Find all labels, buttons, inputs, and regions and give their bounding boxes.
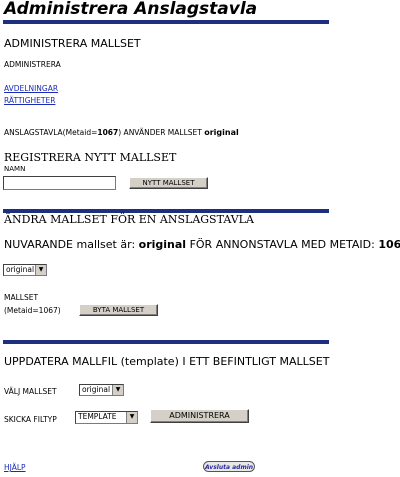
filetype-select[interactable]: TEMPLATE ▼	[75, 411, 138, 424]
mallset-label: MALLSET	[4, 293, 39, 302]
filetype-value: TEMPLATE	[78, 412, 117, 421]
mallset-select-value: original	[6, 265, 35, 274]
name-input[interactable]	[3, 176, 116, 190]
update-heading: UPPDATERA MALLFIL (template) I ETT BEFIN…	[4, 355, 330, 368]
filetype-label: SKICKA FILTYP	[4, 415, 57, 424]
admin-heading: ADMINISTRERA MALLSET	[4, 37, 141, 50]
change-heading: ÄNDRA MALLSET FÖR EN ANSLAGSTAVLA	[4, 213, 254, 226]
choose-mallset-label: VÄLJ MALLSET	[4, 387, 57, 396]
chevron-down-icon[interactable]: ▼	[35, 265, 46, 275]
status-mallset: original	[204, 128, 239, 137]
new-mallset-button[interactable]: NYTT MALLSET	[129, 177, 208, 189]
section-divider-2	[3, 340, 329, 344]
current-mallset: original	[138, 238, 187, 251]
link-avdelningar[interactable]: AVDELNINGAR	[4, 84, 58, 93]
current-middle: FÖR ANNONSTAVLA MED METAID:	[186, 238, 379, 251]
link-rattigheter[interactable]: RÄTTIGHETER	[4, 96, 55, 105]
administrera-button[interactable]: ADMINISTRERA	[150, 409, 249, 423]
page-title: Administrera Anslagstavla	[4, 0, 258, 19]
status-metaid: 1067	[97, 128, 119, 137]
current-mallset-line: NUVARANDE mallset är: original FÖR ANNON…	[4, 238, 400, 251]
chevron-down-icon[interactable]: ▼	[112, 385, 123, 395]
header-divider	[3, 20, 329, 24]
choose-mallset-select[interactable]: original ▼	[79, 384, 124, 396]
chevron-down-icon[interactable]: ▼	[126, 412, 137, 423]
status-line: ANSLAGSTAVLA(Metaid=1067) ANVÄNDER MALLS…	[4, 128, 239, 137]
current-prefix: NUVARANDE mallset är:	[4, 238, 139, 251]
admin-subheading: ADMINISTRERA	[4, 60, 61, 69]
register-heading: REGISTRERA NYTT MALLSET	[4, 151, 177, 164]
logout-button[interactable]: Avsluta admin	[203, 461, 255, 472]
help-link[interactable]: HJÄLP	[4, 463, 26, 472]
mallset-select[interactable]: original ▼	[3, 264, 47, 276]
change-mallset-button[interactable]: BYTA MALLSET	[79, 304, 158, 316]
status-middle: ) ANVÄNDER MALLSET	[118, 128, 205, 137]
choose-mallset-value: original	[82, 385, 111, 394]
name-label: NAMN	[4, 165, 26, 173]
metaid-label: (Metaid=1067)	[4, 306, 61, 315]
status-prefix: ANSLAGSTAVLA(Metaid=	[4, 128, 98, 137]
current-metaid: 1067	[378, 238, 400, 251]
